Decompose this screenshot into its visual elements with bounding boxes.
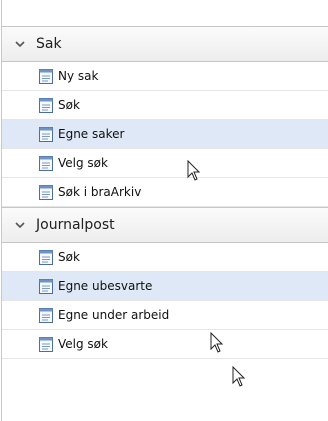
chevron-down-icon <box>15 222 25 229</box>
menu-item-label: Velg søk <box>58 337 108 351</box>
document-icon <box>39 278 53 294</box>
document-icon <box>39 155 53 171</box>
menu-item-sok-i-braarkiv[interactable]: Søk i braArkiv <box>2 178 328 207</box>
menu-item-label: Søk i braArkiv <box>58 185 142 199</box>
section-header-sak[interactable]: Sak <box>2 26 328 62</box>
document-icon <box>39 336 53 352</box>
menu-item-label: Søk <box>58 250 80 264</box>
menu-item-velg-sok[interactable]: Velg søk <box>2 149 328 178</box>
document-icon <box>39 68 53 84</box>
menu-item-label: Egne ubesvarte <box>58 279 153 293</box>
mouse-cursor-icon <box>232 366 246 387</box>
menu-item-label: Egne under arbeid <box>58 308 170 322</box>
chevron-down-icon <box>15 41 25 48</box>
navigation-panel: Sak Ny sak Søk Egne saker Velg søk Søk i… <box>0 0 328 421</box>
menu-item-label: Ny sak <box>58 69 99 83</box>
section-header-journalpost[interactable]: Journalpost <box>2 207 328 243</box>
menu-item-ny-sak[interactable]: Ny sak <box>2 62 328 91</box>
document-icon <box>39 97 53 113</box>
mouse-cursor-icon <box>210 332 224 353</box>
menu-item-egne-under-arbeid[interactable]: Egne under arbeid <box>2 301 328 330</box>
menu-item-egne-ubesvarte[interactable]: Egne ubesvarte <box>2 272 328 301</box>
menu-item-egne-saker[interactable]: Egne saker <box>2 120 328 149</box>
document-icon <box>39 126 53 142</box>
mouse-cursor-icon <box>187 160 201 181</box>
menu-item-label: Søk <box>58 98 80 112</box>
menu-item-journal-velg-sok[interactable]: Velg søk <box>2 330 328 359</box>
section-title: Journalpost <box>36 217 115 233</box>
menu-item-sok[interactable]: Søk <box>2 91 328 120</box>
menu-item-label: Egne saker <box>58 127 125 141</box>
document-icon <box>39 184 53 200</box>
document-icon <box>39 307 53 323</box>
section-title: Sak <box>36 36 62 52</box>
menu-item-label: Velg søk <box>58 156 108 170</box>
menu-item-journal-sok[interactable]: Søk <box>2 243 328 272</box>
document-icon <box>39 249 53 265</box>
